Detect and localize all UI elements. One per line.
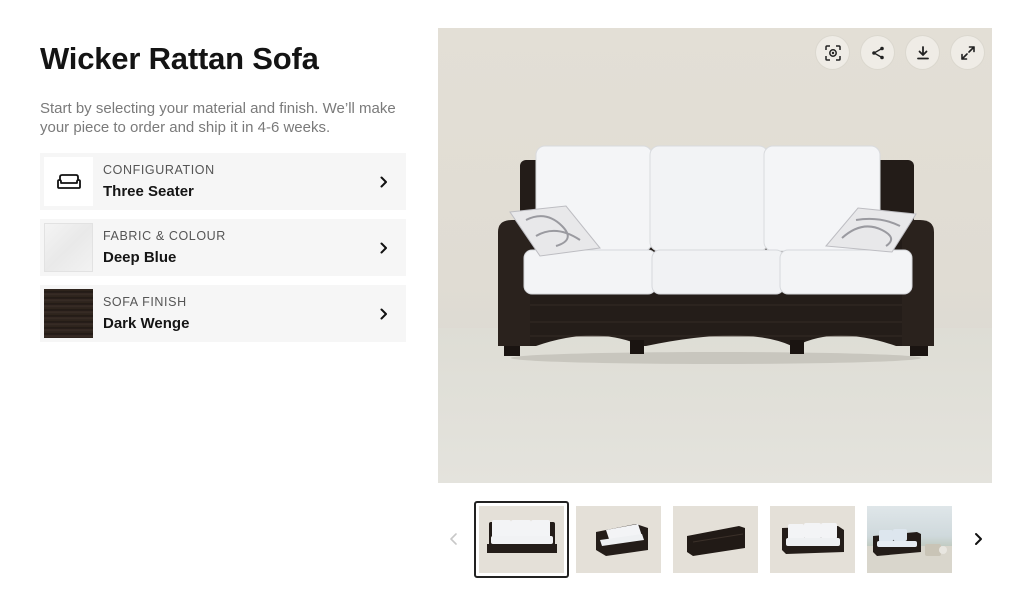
chevron-left-icon [450, 533, 457, 545]
wood-swatch-image [44, 289, 93, 339]
product-config-panel: Wicker Rattan Sofa Start by selecting yo… [40, 40, 406, 343]
sofa-thumbnail-image [687, 526, 745, 556]
option-fabric-colour[interactable]: FABRIC & COLOUR Deep Blue [40, 219, 406, 277]
sofa-thumbnail-image [867, 529, 952, 573]
thumbnail-back-view[interactable] [673, 506, 758, 573]
option-list: CONFIGURATION Three Seater FABRIC & COLO… [40, 153, 406, 343]
gallery-prev-button[interactable] [446, 530, 462, 548]
viewer-toolbar [816, 36, 984, 69]
chevron-right-icon [975, 533, 982, 545]
product-image-viewer[interactable] [438, 28, 992, 483]
thumbnail-side-angled-view[interactable] [770, 506, 855, 573]
thumbnail-gallery [444, 500, 990, 580]
fullscreen-button[interactable] [951, 36, 984, 69]
option-value: Dark Wenge [103, 315, 190, 333]
gallery-next-button[interactable] [970, 530, 986, 548]
download-icon [916, 45, 929, 59]
option-label: FABRIC & COLOUR [103, 229, 226, 244]
sofa-product-image [498, 145, 934, 364]
ar-view-icon [824, 44, 841, 61]
chevron-right-icon [380, 242, 387, 254]
share-button[interactable] [861, 36, 894, 69]
sofa-icon [56, 173, 81, 189]
chevron-right-icon [380, 176, 387, 188]
ar-view-button[interactable] [816, 36, 849, 69]
thumbnail-angled-view[interactable] [576, 506, 661, 573]
thumbnail-front-view[interactable] [474, 501, 569, 578]
option-label: SOFA FINISH [103, 295, 187, 310]
option-value: Deep Blue [103, 249, 177, 267]
option-label: CONFIGURATION [103, 163, 215, 178]
product-subtitle: Start by selecting your material and fin… [40, 100, 396, 137]
chevron-right-icon [380, 308, 387, 320]
download-button[interactable] [906, 36, 939, 69]
expand-icon [960, 45, 975, 60]
option-value: Three Seater [103, 183, 194, 201]
sofa-thumbnail-image [782, 523, 844, 554]
sofa-thumbnail-image [596, 524, 648, 556]
thumbnail-outdoor-scene[interactable] [867, 506, 952, 573]
share-icon [871, 46, 884, 59]
product-title: Wicker Rattan Sofa [40, 41, 319, 76]
sofa-thumbnail-image [487, 520, 557, 553]
option-sofa-finish[interactable]: SOFA FINISH Dark Wenge [40, 285, 406, 343]
option-configuration[interactable]: CONFIGURATION Three Seater [40, 153, 406, 211]
fabric-swatch-image [44, 223, 93, 273]
option-thumbnail [44, 157, 93, 207]
